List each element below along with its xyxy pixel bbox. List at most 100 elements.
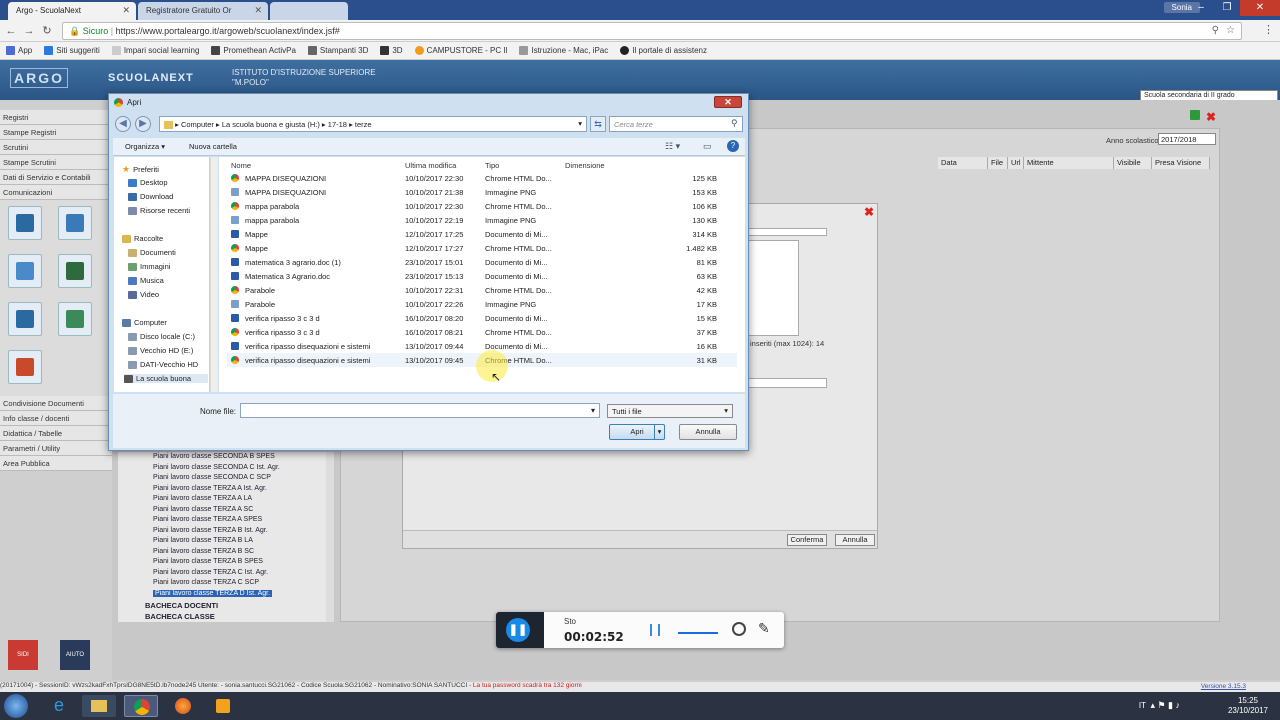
menu-stampe-scrutini[interactable]: Stampe Scrutini [0,155,112,170]
tree-item[interactable]: Piani lavoro classe SECONDA C Ist. Agr. [153,464,280,471]
menu-registri[interactable]: Registri [0,110,112,125]
help-icon[interactable]: ? [727,140,739,152]
bookmark-3d[interactable]: 3D [380,46,403,55]
calendar-tile-icon[interactable] [8,350,42,384]
bookmark-istruzione[interactable]: Istruzione - Mac, iPac [519,46,608,55]
menu-info-classe[interactable]: Info classe / docenti [0,411,112,426]
close-window-icon[interactable]: ✕ [1240,0,1280,16]
back-icon[interactable]: ← [4,24,18,38]
nav-scrollbar[interactable] [210,157,218,392]
back-icon[interactable]: ◀ [115,116,131,132]
file-row[interactable]: Mappe 12/10/2017 17:27 Chrome HTML Do... 1.… [227,241,737,255]
cancel-button[interactable]: Annulla [835,534,875,546]
tree-item[interactable]: Piani lavoro classe TERZA C SCP [153,579,259,586]
file-row[interactable]: verifica ripasso disequazioni e sistemi 1… [227,339,737,353]
sidi-icon[interactable]: SIDI [8,640,38,670]
nav-download[interactable]: Download [128,192,173,201]
preview-pane-icon[interactable]: ▭ [703,141,712,152]
reload-icon[interactable]: ↻ [40,24,54,38]
nav-drive-e[interactable]: Vecchio HD (E:) [128,346,193,355]
tree-root-bacheca-docenti[interactable]: BACHECA DOCENTI [145,601,218,610]
tree-root-bacheca-classe[interactable]: BACHECA CLASSE [145,612,215,621]
filename-input[interactable] [240,403,600,418]
menu-comunicazioni[interactable]: Comunicazioni [0,185,112,200]
tab-empty[interactable] [270,2,348,20]
tab-registratore[interactable]: Registratore Gratuito Or ✕ [138,2,268,20]
tree-item[interactable]: Piani lavoro classe TERZA B Ist. Agr. [153,527,268,534]
nav-drive-h[interactable]: La scuola buona [124,374,208,383]
col-data[interactable]: Data [938,157,988,169]
menu-area-pubblica[interactable]: Area Pubblica [0,456,112,471]
bookmark-campustore[interactable]: CAMPUSTORE - PC Il [414,46,507,55]
refresh-icon[interactable]: ⇆ [590,116,606,132]
chevron-down-icon[interactable]: ▾ [591,406,595,415]
nav-drive-dati[interactable]: DATI-Vecchio HD [128,360,198,369]
cancel-button[interactable]: Annulla [679,424,737,440]
col-file[interactable]: File [988,157,1008,169]
pen-icon[interactable]: ✎ [758,620,770,637]
group-tile-icon[interactable] [58,302,92,336]
address-bar[interactable]: 🔒 Sicuro | https://www.portaleargo.it/ar… [62,22,1242,40]
grid-icon[interactable] [1190,110,1200,120]
breadcrumb-year[interactable]: 17-18 [328,120,347,129]
version-link[interactable]: Versione 3.15.3 [1201,683,1246,690]
clock[interactable]: 15:25 23/10/2017 [1228,696,1268,716]
file-row[interactable]: Parabole 10/10/2017 22:31 Chrome HTML Do..… [227,283,737,297]
users-tile-icon[interactable] [8,302,42,336]
menu-condivisione[interactable]: Condivisione Documenti [0,396,112,411]
star-icon[interactable]: ☆ [1226,25,1235,36]
language-indicator[interactable]: IT [1139,701,1146,710]
help-icon[interactable]: AIUTO [60,640,90,670]
webcam-icon[interactable] [732,622,746,636]
pause-icon[interactable]: ❚❚ [506,618,530,642]
menu-scrutini[interactable]: Scrutini [0,140,112,155]
column-type[interactable]: Tipo [485,161,499,170]
tree-item[interactable]: Piani lavoro classe TERZA B SC [153,548,254,555]
year-select[interactable]: 2017/2018 [1158,133,1216,145]
ie-icon[interactable]: e [42,695,76,717]
mail-tile-icon[interactable] [8,254,42,288]
forward-icon[interactable]: → [22,24,36,38]
bookmark-siti[interactable]: Siti suggeriti [44,46,100,55]
volume-slider[interactable] [678,632,718,634]
close-icon[interactable]: ✕ [254,5,262,16]
breadcrumb-folder[interactable]: terze [355,120,372,129]
nav-computer[interactable]: Computer [122,318,167,327]
menu-stampe-registri[interactable]: Stampe Registri [0,125,112,140]
search-icon[interactable]: ⚲ [1212,25,1219,36]
close-icon[interactable]: ✕ [122,5,130,16]
tree-scrollbar[interactable] [326,452,334,622]
breadcrumb-drive[interactable]: La scuola buona e giusta (H:) [222,120,320,129]
bookmark-stampanti[interactable]: Stampanti 3D [307,46,368,55]
file-row[interactable]: mappa parabola 10/10/2017 22:30 Chrome HTM… [227,199,737,213]
nav-documents[interactable]: Documenti [128,248,176,257]
organize-button[interactable]: Organizza ▾ [125,142,165,151]
chevron-down-icon[interactable]: ▾ [578,119,582,128]
tree-item[interactable]: Piani lavoro classe SECONDA B SPES [153,453,275,460]
tab-argo[interactable]: Argo - ScuolaNext ✕ [8,2,136,20]
column-size[interactable]: Dimensione [565,161,605,170]
tree-item[interactable]: Piani lavoro classe TERZA B LA [153,537,253,544]
tree-item[interactable]: Piani lavoro classe SECONDA C SCP [153,474,271,481]
confirm-button[interactable]: Conferma [787,534,827,546]
menu-didattica[interactable]: Didattica / Tabelle [0,426,112,441]
col-visibile[interactable]: Visibile [1114,157,1152,169]
column-name[interactable]: Nome [231,161,251,170]
bookmark-promethean[interactable]: Promethean ActivPa [211,46,296,55]
close-icon[interactable]: ✖ [864,205,874,219]
media-player-icon[interactable] [206,695,240,717]
firefox-icon[interactable] [166,695,200,717]
breadcrumb-computer[interactable]: Computer [181,120,214,129]
maximize-icon[interactable]: ❐ [1214,0,1240,16]
new-folder-button[interactable]: Nuova cartella [189,142,237,151]
forward-icon[interactable]: ▶ [135,116,151,132]
file-row[interactable]: Mappe 12/10/2017 17:25 Documento di Mi... 3… [227,227,737,241]
bookmark-app[interactable]: App [6,46,32,55]
start-icon[interactable] [4,694,28,718]
column-modified[interactable]: Ultima modifica [405,161,456,170]
nav-recent[interactable]: Risorse recenti [128,206,190,215]
menu-icon[interactable]: ⋮ [1263,23,1274,36]
col-mittente[interactable]: Mittente [1024,157,1114,169]
path-breadcrumb[interactable]: ▸ Computer ▸ La scuola buona e giusta (H… [159,116,587,132]
bookmark-impari[interactable]: Impari social learning [111,46,199,55]
